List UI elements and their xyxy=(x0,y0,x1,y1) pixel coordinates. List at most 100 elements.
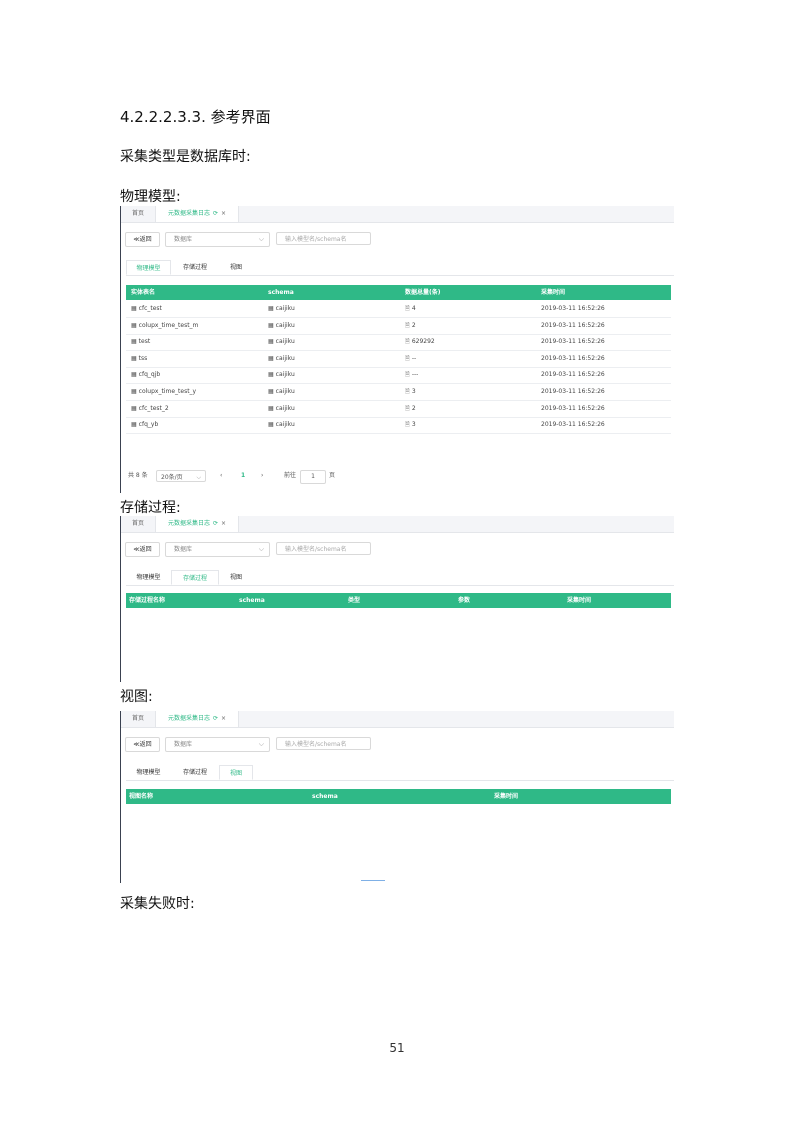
count-cell-text: -- xyxy=(411,354,417,362)
table-row[interactable]: ▦ cfq_qjb ▦ caijiku 🗎 --- 2019-03-11 16:52:26 xyxy=(126,367,671,385)
source-type-select[interactable]: 数据库 ⌵ xyxy=(165,737,270,752)
table-header: 存储过程名称 schema 类型 参数 采集时间 xyxy=(126,593,671,608)
table-name-cell: ▦ test xyxy=(131,334,150,350)
column-header: 类型 xyxy=(348,597,361,604)
tab-stored-procedure[interactable]: 存储过程 xyxy=(171,260,219,275)
column-header: 参数 xyxy=(458,597,471,604)
schema-cell: ▦ caijiku xyxy=(268,301,295,317)
table-name-cell-text: cfq_qjb xyxy=(138,371,161,379)
schema-cell: ▦ caijiku xyxy=(268,318,295,334)
tab-view[interactable]: 视图 xyxy=(219,765,253,780)
time-cell-text: 2019-03-11 16:52:26 xyxy=(541,305,605,312)
tab-home[interactable]: 首页 xyxy=(121,516,155,532)
goto-page-input[interactable]: 1 xyxy=(300,470,326,484)
goto-label: 前往 xyxy=(284,472,297,479)
refresh-icon[interactable]: ⟳ xyxy=(213,210,218,217)
count-cell-text: 629292 xyxy=(411,338,435,346)
document-icon: 🗎 xyxy=(405,388,410,395)
back-button[interactable]: ≪返回 xyxy=(125,542,160,557)
column-header: 存储过程名称 xyxy=(129,597,166,604)
table-icon: ▦ xyxy=(131,321,137,329)
chevron-down-icon: ⌵ xyxy=(258,545,264,553)
table-header: 实体表名 schema 数据总量(条) 采集时间 xyxy=(126,285,671,300)
next-page-button[interactable]: › xyxy=(261,469,263,483)
table-icon: ▦ xyxy=(131,305,137,312)
total-count: 共 8 条 xyxy=(128,472,148,479)
column-header: 数据总量(条) xyxy=(405,289,441,296)
time-cell-text: 2019-03-11 16:52:26 xyxy=(541,338,605,346)
schema-cell: ▦ caijiku xyxy=(268,401,295,417)
tab-home[interactable]: 首页 xyxy=(121,711,155,727)
current-page[interactable]: 1 xyxy=(241,469,245,483)
close-icon[interactable]: × xyxy=(221,520,226,527)
count-cell: 🗎 3 xyxy=(405,384,416,400)
time-cell-text: 2019-03-11 16:52:26 xyxy=(541,421,605,429)
close-icon[interactable]: × xyxy=(221,715,226,722)
tab-view[interactable]: 视图 xyxy=(219,570,253,585)
search-input[interactable]: 输入模型名/schema名 xyxy=(276,737,371,750)
schema-cell-text: caijiku xyxy=(275,388,295,395)
tab-metadata-log[interactable]: 元数据采集日志 ⟳ × xyxy=(155,516,239,532)
schema-icon: ▦ xyxy=(268,388,274,395)
table-name-cell-text: colupx_time_test_y xyxy=(138,388,197,395)
back-button[interactable]: ≪返回 xyxy=(125,737,160,752)
schema-icon: ▦ xyxy=(268,305,274,312)
schema-icon: ▦ xyxy=(268,404,274,412)
source-type-select[interactable]: 数据库 ⌵ xyxy=(165,232,270,247)
select-value: 数据库 xyxy=(174,741,193,748)
tab-physical-model[interactable]: 物理模型 xyxy=(126,765,171,780)
table-row[interactable]: ▦ colupx_time_test_y ▦ caijiku 🗎 3 2019-03-11 … xyxy=(126,384,671,401)
search-input[interactable]: 输入模型名/schema名 xyxy=(276,542,371,555)
source-type-select[interactable]: 数据库 ⌵ xyxy=(165,542,270,557)
schema-icon: ▦ xyxy=(268,338,274,346)
column-header: 采集时间 xyxy=(494,793,519,800)
column-header: 实体表名 xyxy=(131,289,156,296)
table-row[interactable]: ▦ cfc_test_2 ▦ caijiku 🗎 2 2019-03-11 16:52:26 xyxy=(126,401,671,418)
table-row[interactable]: ▦ colupx_time_test_m ▦ caijiku 🗎 2 2019-03-11 … xyxy=(126,318,671,335)
refresh-icon[interactable]: ⟳ xyxy=(213,520,218,527)
schema-icon: ▦ xyxy=(268,371,274,379)
count-cell: 🗎 3 xyxy=(405,417,416,433)
table-icon: ▦ xyxy=(131,338,137,346)
document-icon: 🗎 xyxy=(405,354,410,362)
view-screenshot: 首页 元数据采集日志 ⟳ × ≪返回 数据库 ⌵ 输入模型名/schema名 物理模… xyxy=(120,711,674,883)
table-icon: ▦ xyxy=(131,404,137,412)
page-size-select[interactable]: 20条/页 ⌵ xyxy=(156,470,206,482)
column-header: 视图名称 xyxy=(129,793,154,800)
tab-stored-procedure[interactable]: 存储过程 xyxy=(171,765,219,780)
tab-metadata-log[interactable]: 元数据采集日志 ⟳ × xyxy=(155,711,239,727)
back-button[interactable]: ≪返回 xyxy=(125,232,160,247)
tab-metadata-log[interactable]: 元数据采集日志 ⟳ × xyxy=(155,206,239,222)
search-input[interactable]: 输入模型名/schema名 xyxy=(276,232,371,245)
document-icon: 🗎 xyxy=(405,338,410,346)
time-cell: 2019-03-11 16:52:26 xyxy=(541,318,605,334)
procedure-screenshot: 首页 元数据采集日志 ⟳ × ≪返回 数据库 ⌵ 输入模型名/schema名 物理模… xyxy=(120,516,674,682)
schema-icon: ▦ xyxy=(268,421,274,429)
time-cell-text: 2019-03-11 16:52:26 xyxy=(541,388,605,395)
table-name-cell: ▦ cfq_qjb xyxy=(131,367,160,383)
tab-stored-procedure[interactable]: 存储过程 xyxy=(171,570,219,585)
schema-cell: ▦ caijiku xyxy=(268,384,295,400)
table-row[interactable]: ▦ tss ▦ caijiku 🗎 -- 2019-03-11 16:52:26 xyxy=(126,351,671,368)
document-icon: 🗎 xyxy=(405,404,410,412)
page-tab-bar: 首页 元数据采集日志 ⟳ × xyxy=(121,206,674,223)
table-name-cell-text: colupx_time_test_m xyxy=(138,321,199,329)
table-row[interactable]: ▦ cfq_yb ▦ caijiku 🗎 3 2019-03-11 16:52:26 xyxy=(126,417,671,435)
tab-physical-model[interactable]: 物理模型 xyxy=(126,570,171,585)
intro-text: 采集类型是数据库时: xyxy=(120,149,251,165)
loading-indicator xyxy=(361,880,385,881)
tab-home[interactable]: 首页 xyxy=(121,206,155,222)
select-value: 数据库 xyxy=(174,546,193,553)
column-header: schema xyxy=(312,793,338,800)
table-row[interactable]: ▦ test ▦ caijiku 🗎 629292 2019-03-11 16:52:26 xyxy=(126,334,671,352)
document-icon: 🗎 xyxy=(405,371,410,379)
tab-view[interactable]: 视图 xyxy=(219,260,253,275)
page-suffix: 页 xyxy=(329,472,336,479)
time-cell: 2019-03-11 16:52:26 xyxy=(541,401,605,417)
prev-page-button[interactable]: ‹ xyxy=(220,469,222,483)
refresh-icon[interactable]: ⟳ xyxy=(213,715,218,722)
table-row[interactable]: ▦ cfc_test ▦ caijiku 🗎 4 2019-03-11 16:52:26 xyxy=(126,301,671,318)
tab-physical-model[interactable]: 物理模型 xyxy=(126,260,171,275)
count-cell: 🗎 4 xyxy=(405,301,416,317)
close-icon[interactable]: × xyxy=(221,210,226,217)
